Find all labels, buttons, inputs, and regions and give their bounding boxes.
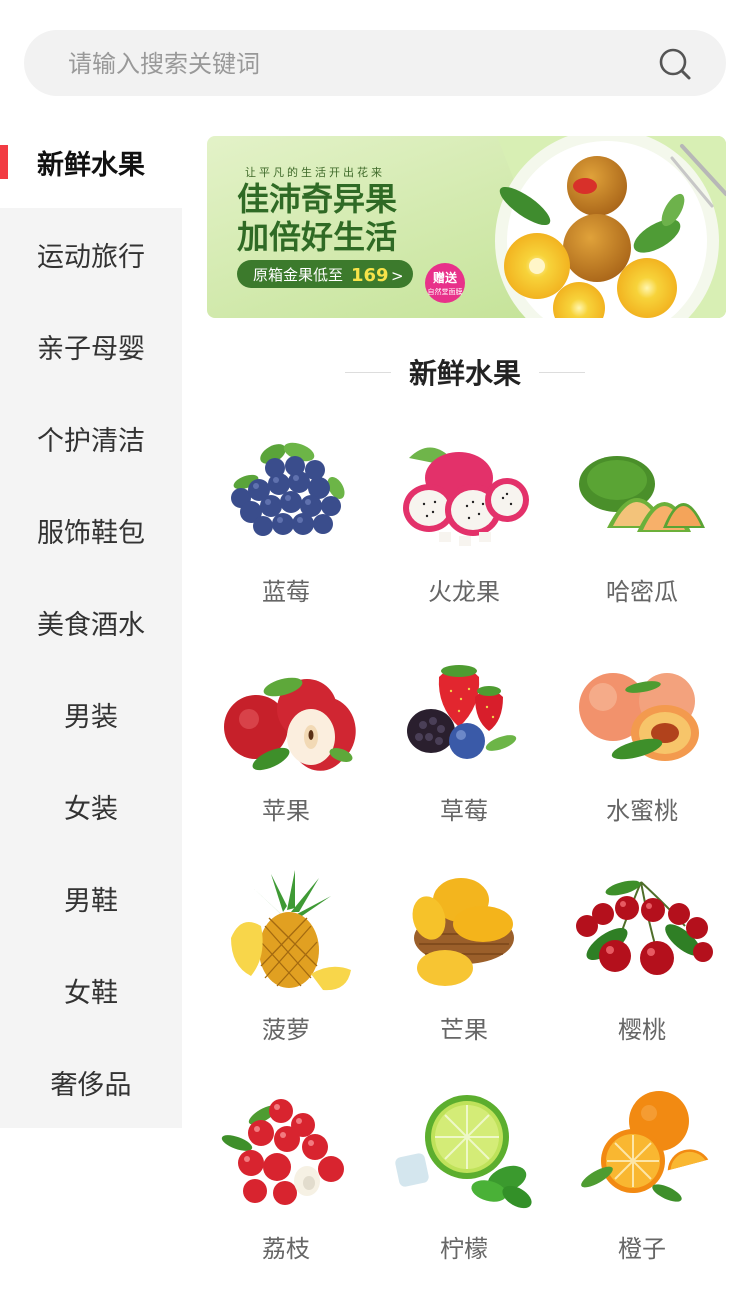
product-item-peach[interactable]: 水蜜桃 [553, 641, 731, 860]
sidebar-item-label: 服饰鞋包 [37, 517, 145, 549]
active-indicator [0, 145, 8, 179]
banner-price: 169 [351, 265, 389, 286]
sidebar-item-label: 奢侈品 [50, 1069, 132, 1101]
sidebar-item-womenswear[interactable]: 女装 [0, 760, 182, 852]
divider [539, 371, 585, 373]
product-name: 草莓 [440, 797, 488, 825]
product-name: 菠萝 [262, 1016, 310, 1044]
banner-gift: 赠送 [433, 270, 458, 285]
sidebar-item-womens-shoes[interactable]: 女鞋 [0, 944, 182, 1036]
product-item-dragonfruit[interactable]: 火龙果 [375, 422, 553, 641]
product-item-mango[interactable]: 芒果 [375, 860, 553, 1079]
product-name: 柠檬 [440, 1235, 488, 1263]
sidebar-item-label: 男鞋 [64, 885, 118, 917]
product-item-strawberry[interactable]: 草莓 [375, 641, 553, 860]
product-item-orange[interactable]: 橙子 [553, 1079, 731, 1298]
category-sidebar: 新鲜水果 运动旅行 亲子母婴 个护清洁 服饰鞋包 美食酒水 男装 女装 男鞋 女… [0, 116, 182, 1128]
product-item-apple[interactable]: 苹果 [197, 641, 375, 860]
product-item-pineapple[interactable]: 菠萝 [197, 860, 375, 1079]
sidebar-item-label: 运动旅行 [37, 241, 145, 273]
sidebar-item-label: 女装 [64, 793, 118, 825]
sidebar-item-luxury[interactable]: 奢侈品 [0, 1036, 182, 1128]
lychee-icon [221, 1099, 344, 1205]
product-name: 芒果 [440, 1016, 488, 1044]
sidebar-item-fresh-fruit[interactable]: 新鲜水果 [0, 116, 182, 208]
banner-tagline: 让平凡的生活开出花来 [245, 165, 385, 179]
sidebar-item-label: 个护清洁 [37, 425, 145, 457]
product-name: 哈密瓜 [606, 578, 678, 606]
product-item-lime[interactable]: 柠檬 [375, 1079, 553, 1298]
sidebar-item-label: 美食酒水 [37, 609, 145, 641]
banner-headline-2: 加倍好生活 [237, 218, 397, 256]
sidebar-item-label: 亲子母婴 [37, 333, 145, 365]
product-name: 蓝莓 [262, 578, 310, 606]
promo-banner[interactable]: 让平凡的生活开出花来 佳沛奇异果 加倍好生活 原箱金果低至 169 > 赠送 自… [207, 136, 726, 318]
product-name: 荔枝 [262, 1235, 310, 1263]
section-title: 新鲜水果 [344, 350, 586, 394]
pineapple-icon [231, 870, 351, 991]
product-item-cherry[interactable]: 樱桃 [553, 860, 731, 1079]
search-bar[interactable] [24, 30, 726, 98]
product-item-blueberry[interactable]: 蓝莓 [197, 422, 375, 641]
product-name: 苹果 [262, 797, 310, 825]
sidebar-item-menswear[interactable]: 男装 [0, 668, 182, 760]
peach-icon [579, 673, 699, 761]
dragonfruit-icon [403, 447, 529, 546]
cherry-icon [576, 880, 713, 975]
product-name: 火龙果 [428, 578, 500, 606]
divider [344, 371, 391, 373]
sidebar-item-label: 新鲜水果 [37, 149, 145, 181]
melon-icon [579, 456, 705, 532]
search-input[interactable] [66, 30, 630, 98]
strawberry-icon [407, 665, 517, 759]
sidebar-item-label: 女鞋 [64, 977, 118, 1009]
banner-price-prefix: 原箱金果低至 [253, 266, 343, 284]
kiwi-banner-image: 让平凡的生活开出花来 佳沛奇异果 加倍好生活 原箱金果低至 169 > 赠送 自… [207, 136, 726, 318]
sidebar-item-food-drinks[interactable]: 美食酒水 [0, 576, 182, 668]
product-name: 樱桃 [618, 1016, 666, 1044]
sidebar-item-mother-baby[interactable]: 亲子母婴 [0, 300, 182, 392]
product-name: 橙子 [618, 1235, 666, 1263]
sidebar-item-personal-care[interactable]: 个护清洁 [0, 392, 182, 484]
orange-icon [581, 1091, 709, 1202]
sidebar-item-apparel-bags[interactable]: 服饰鞋包 [0, 484, 182, 576]
banner-headline-1: 佳沛奇异果 [237, 180, 397, 218]
product-grid: 蓝莓 火龙果 哈密瓜 苹果 草莓 水蜜桃 菠萝 芒果 樱桃 荔枝 柠檬 橙子 [197, 422, 731, 1298]
banner-gift-sub: 自然堂面膜 [428, 287, 463, 296]
banner-arrow: > [391, 267, 404, 285]
sidebar-item-label: 男装 [64, 701, 118, 733]
product-item-lychee[interactable]: 荔枝 [197, 1079, 375, 1298]
section-title-text: 新鲜水果 [408, 357, 521, 390]
mango-icon [412, 878, 514, 986]
search-icon[interactable] [658, 47, 692, 81]
blueberry-icon [231, 442, 345, 536]
product-name: 水蜜桃 [606, 797, 678, 825]
lime-icon [395, 1095, 532, 1209]
product-item-melon[interactable]: 哈密瓜 [553, 422, 731, 641]
sidebar-item-sports-travel[interactable]: 运动旅行 [0, 208, 182, 300]
sidebar-item-mens-shoes[interactable]: 男鞋 [0, 852, 182, 944]
apple-icon [224, 677, 356, 771]
